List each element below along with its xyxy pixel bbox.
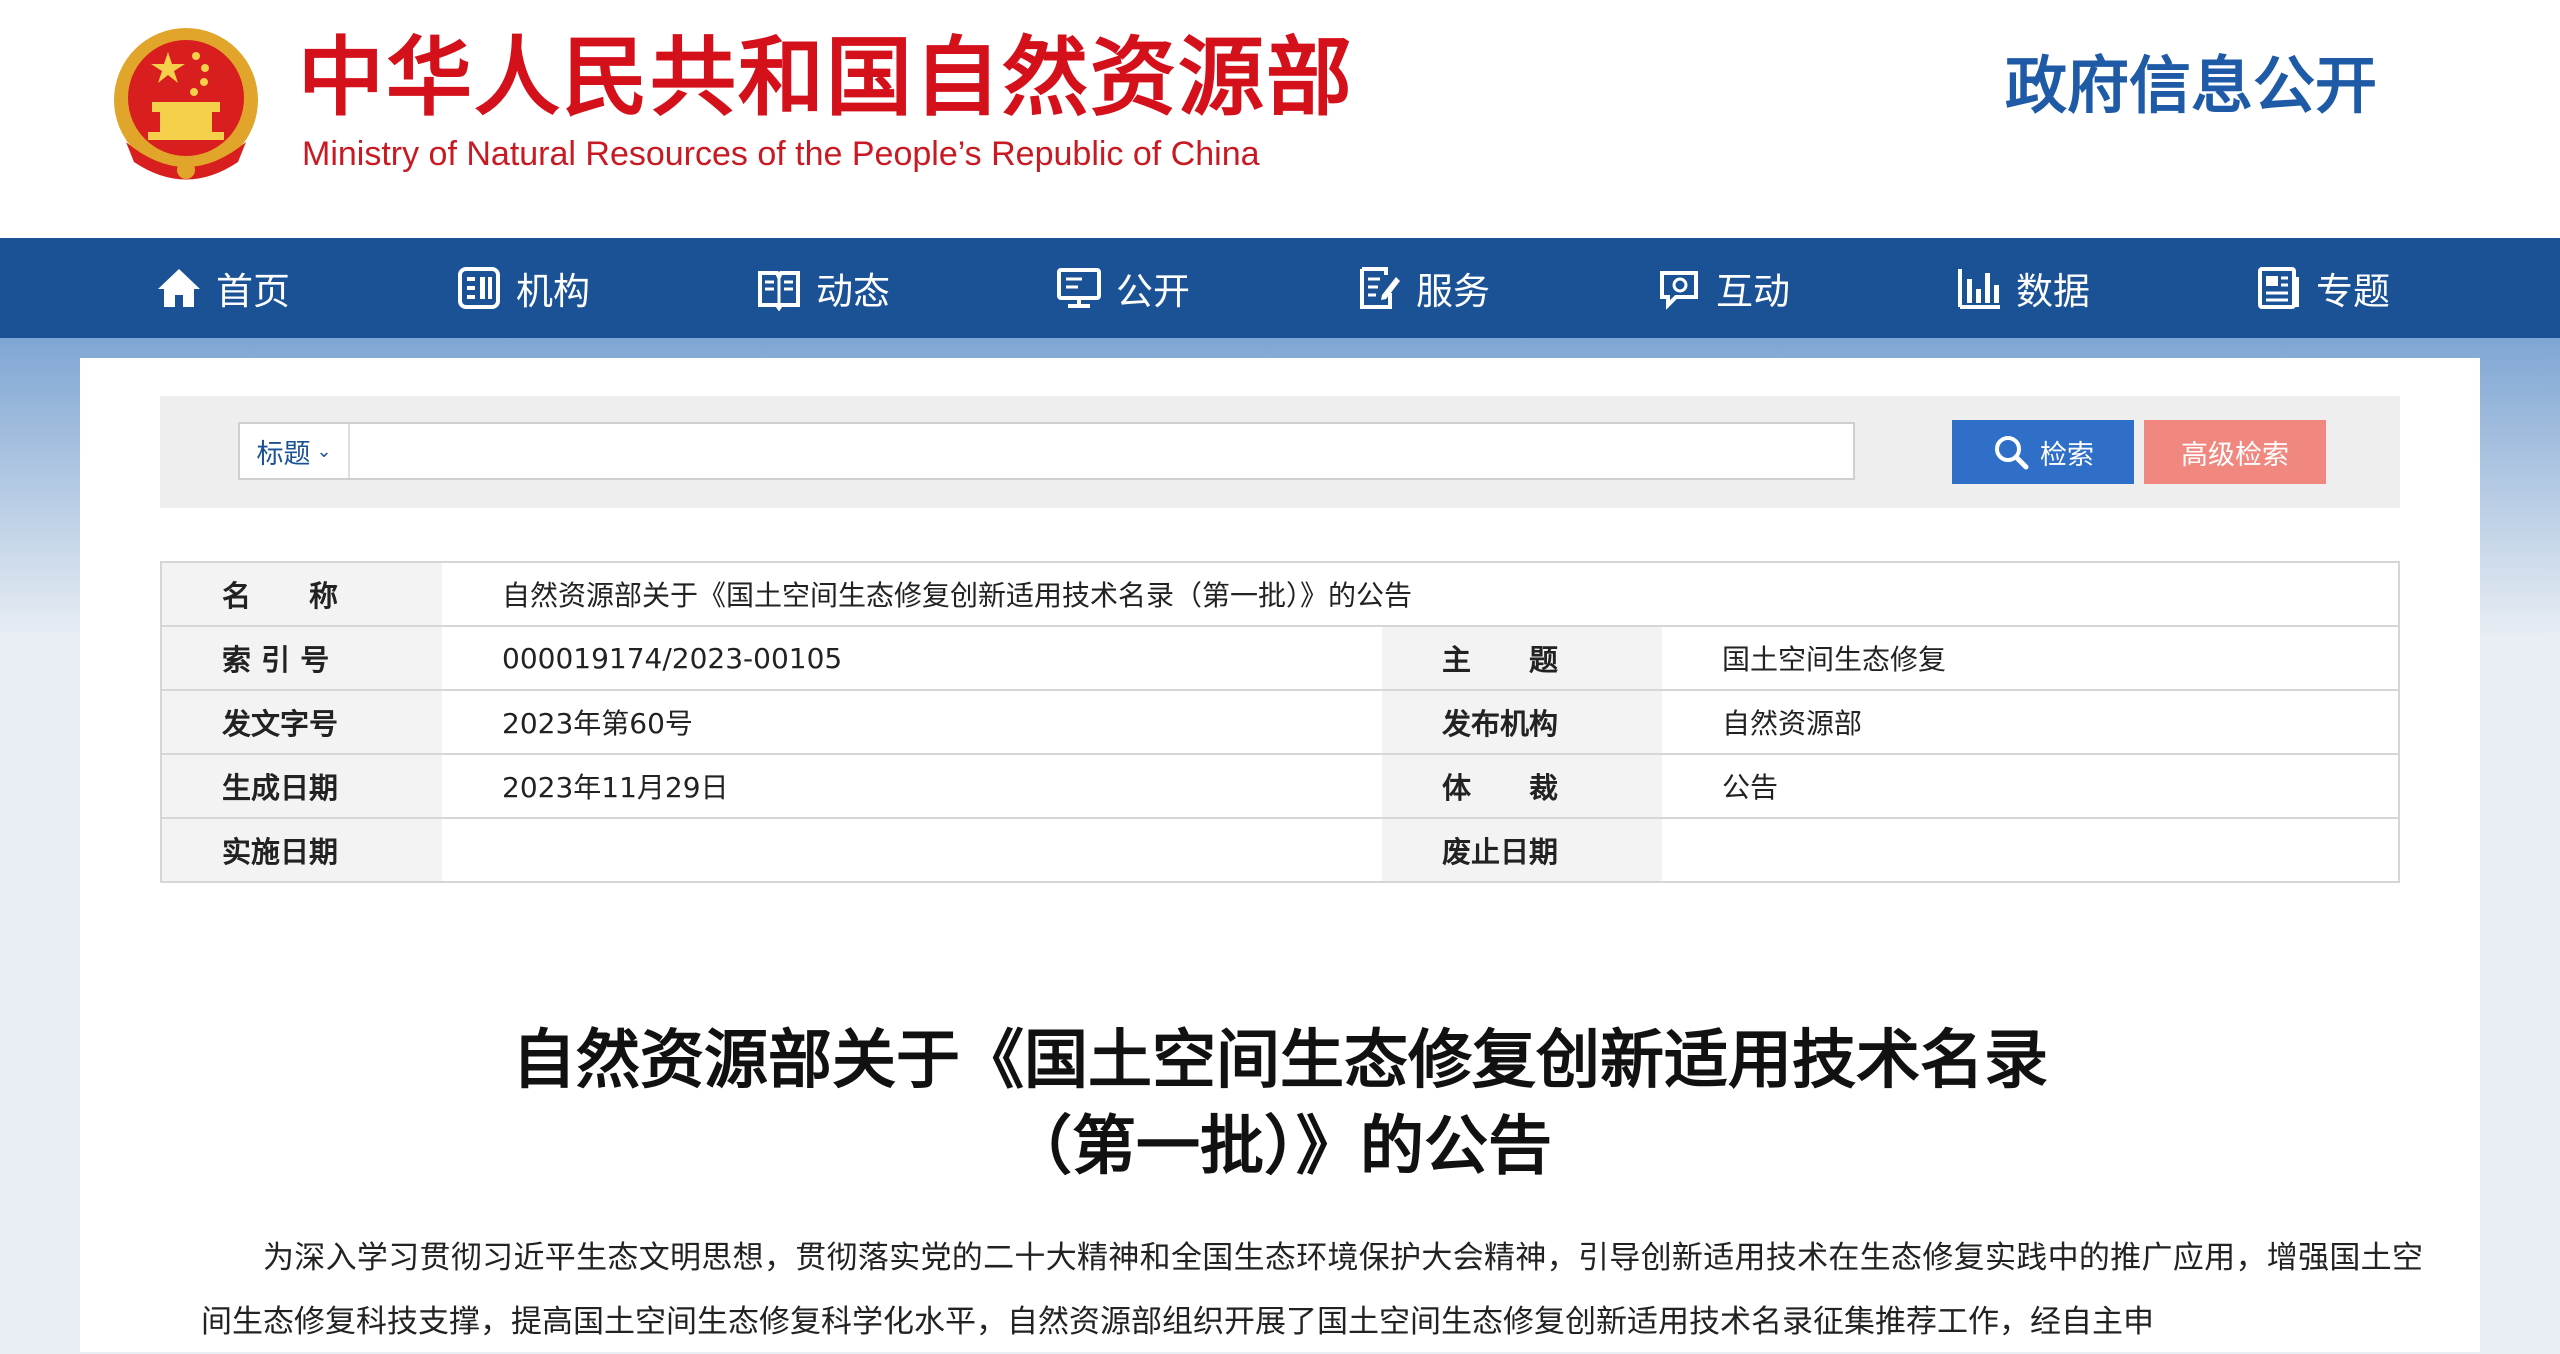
info-row-name: 名 称 自然资源部关于《国土空间生态修复创新适用技术名录（第一批）》的公告 xyxy=(162,563,2398,627)
genre-label: 体 裁 xyxy=(1382,755,1662,817)
main-nav: 首页 机构 动态 公开 服务 互动 数据 专题 xyxy=(0,238,2560,338)
info-row-index: 索 引 号 000019174/2023-00105 主 题 国土空间生态修复 xyxy=(162,627,2398,691)
gov-info-disclosure-link[interactable]: 政府信息公开 xyxy=(2005,48,2377,124)
nav-item-home[interactable]: 首页 xyxy=(156,238,290,338)
search-scope-label: 标题 xyxy=(256,438,311,470)
article-title: 自然资源部关于《国土空间生态修复创新适用技术名录 （第一批）》的公告 xyxy=(80,1018,2480,1190)
newspaper-icon xyxy=(2258,267,2299,309)
search-icon xyxy=(1995,436,2029,470)
chevron-down-icon: ⌄ xyxy=(316,440,332,462)
chat-icon xyxy=(1660,271,1698,310)
content-panel: 标题 ⌄ 检索 高级检索 名 称 自然资源部关于《国土空间生态修复创新适用技术名录… xyxy=(80,358,2480,1352)
repeal-date-label: 废止日期 xyxy=(1382,819,1662,881)
site-title: 中华人民共和国自然资源部 xyxy=(298,27,1354,128)
search-button[interactable]: 检索 xyxy=(1952,420,2134,484)
document-info-table: 名 称 自然资源部关于《国土空间生态修复创新适用技术名录（第一批）》的公告 索 … xyxy=(160,561,2400,883)
organization-icon xyxy=(458,267,500,309)
effective-date-label: 实施日期 xyxy=(162,819,442,881)
nav-item-topics[interactable]: 专题 xyxy=(2256,238,2390,338)
name-label: 名 称 xyxy=(162,563,442,625)
date-label: 生成日期 xyxy=(162,755,442,817)
home-icon xyxy=(158,269,200,307)
nav-item-label: 首页 xyxy=(216,270,290,313)
search-field: 标题 ⌄ xyxy=(238,422,1855,480)
issuer-value: 自然资源部 xyxy=(1722,707,1863,740)
advanced-search-label: 高级检索 xyxy=(2181,439,2289,471)
nav-item-disclosure[interactable]: 公开 xyxy=(1056,238,1190,338)
search-button-label: 检索 xyxy=(2040,439,2094,471)
nav-item-label: 服务 xyxy=(1416,270,1490,313)
info-row-effective: 实施日期 废止日期 xyxy=(162,819,2398,881)
nav-item-label: 互动 xyxy=(1716,270,1790,313)
nav-item-organization[interactable]: 机构 xyxy=(456,238,590,338)
nav-item-label: 专题 xyxy=(2316,270,2390,313)
national-emblem-icon xyxy=(114,28,258,180)
info-row-date: 生成日期 2023年11月29日 体 裁 公告 xyxy=(162,755,2398,819)
name-value: 自然资源部关于《国土空间生态修复创新适用技术名录（第一批）》的公告 xyxy=(502,579,1413,612)
site-header: 中华人民共和国自然资源部 Ministry of Natural Resourc… xyxy=(0,0,2560,238)
index-value: 000019174/2023-00105 xyxy=(502,641,843,675)
issuer-label: 发布机构 xyxy=(1382,691,1662,753)
search-scope-dropdown[interactable]: 标题 ⌄ xyxy=(240,424,350,478)
document-edit-icon xyxy=(1360,267,1400,309)
bar-chart-icon xyxy=(1958,269,2000,309)
genre-value: 公告 xyxy=(1722,771,1779,804)
article-title-line1: 自然资源部关于《国土空间生态修复创新适用技术名录 xyxy=(512,1024,2048,1098)
nav-item-interaction[interactable]: 互动 xyxy=(1656,238,1790,338)
nav-item-service[interactable]: 服务 xyxy=(1356,238,1490,338)
article-paragraph: 为深入学习贯彻习近平生态文明思想，贯彻落实党的二十大精神和全国生态环境保护大会精… xyxy=(201,1240,2423,1340)
topic-label: 主 题 xyxy=(1382,627,1662,689)
search-input[interactable] xyxy=(352,424,1847,478)
nav-item-news[interactable]: 动态 xyxy=(756,238,890,338)
nav-item-label: 动态 xyxy=(816,270,890,313)
nav-item-label: 公开 xyxy=(1116,270,1190,313)
docno-label: 发文字号 xyxy=(162,691,442,753)
topic-value: 国土空间生态修复 xyxy=(1722,643,1947,676)
index-label: 索 引 号 xyxy=(162,627,442,689)
nav-item-label: 机构 xyxy=(516,270,590,313)
book-icon xyxy=(758,271,800,311)
docno-value: 2023年第60号 xyxy=(502,707,693,740)
advanced-search-button[interactable]: 高级检索 xyxy=(2144,420,2326,484)
site-subtitle: Ministry of Natural Resources of the Peo… xyxy=(302,135,1260,173)
monitor-icon xyxy=(1057,268,1101,308)
nav-item-label: 数据 xyxy=(2016,270,2090,313)
date-value: 2023年11月29日 xyxy=(502,771,729,804)
nav-item-data[interactable]: 数据 xyxy=(1956,238,2090,338)
search-bar: 标题 ⌄ 检索 高级检索 xyxy=(160,396,2400,508)
article-title-line2: （第一批）》的公告 xyxy=(1008,1110,1552,1184)
info-row-docno: 发文字号 2023年第60号 发布机构 自然资源部 xyxy=(162,691,2398,755)
